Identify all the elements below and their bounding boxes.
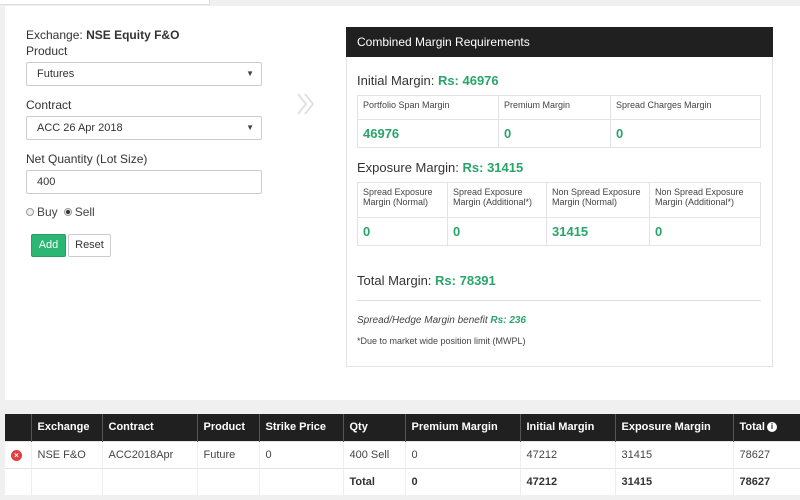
top-tab-edge [0,0,210,5]
cell-premium-margin: 0 [404,440,520,468]
exposure-margin-title: Exposure Margin: Rs: 31415 [357,160,523,175]
chevron-down-icon: ▼ [246,123,254,132]
premium-margin-value: 0 [498,119,611,148]
cell-initial-margin: 47212 [519,440,615,468]
portfolio-span-label: Portfolio Span Margin [357,95,499,120]
reset-button[interactable]: Reset [68,234,111,257]
hedge-benefit-label: Spread/Hedge Margin benefit [357,315,488,326]
sell-radio[interactable] [63,208,72,216]
total-cell-blank [5,467,31,495]
hedge-benefit-note: Spread/Hedge Margin benefit Rs: 236 [357,315,526,326]
non-spread-exposure-normal-label: Non Spread Exposure Margin (Normal) [546,182,650,218]
col-product: Product [196,414,259,441]
exchange-label: Exchange: NSE Equity F&O [26,28,179,42]
total-margin-label: Total Margin: [357,273,432,288]
total-premium-margin: 0 [404,467,520,495]
exchange-label-text: Exchange: [26,28,83,42]
total-cell-blank [101,467,197,495]
hedge-benefit-amount: Rs: 236 [490,315,526,326]
divider [357,300,761,301]
margin-panel-header: Combined Margin Requirements [346,27,773,57]
non-spread-exposure-additional-label: Non Spread Exposure Margin (Additional*) [649,182,761,218]
spread-charges-value: 0 [610,119,761,148]
col-exposure-margin: Exposure Margin [614,414,733,441]
info-icon[interactable]: i [766,422,777,433]
mwpl-note: *Due to market wide position limit (MWPL… [357,336,526,346]
col-total: Total i [732,414,800,441]
col-total-label: Total [739,421,765,434]
contract-select-value: ACC 26 Apr 2018 [37,122,123,134]
spread-exposure-additional-value: 0 [447,217,547,246]
spread-charges-label: Spread Charges Margin [610,95,761,120]
quantity-input-value: 400 [37,176,56,188]
total-margin-amount: Rs: 78391 [435,273,496,288]
contract-label: Contract [26,98,72,112]
total-row: Total 0 47212 31415 78627 [5,467,800,495]
col-exchange: Exchange [30,414,102,441]
portfolio-span-value: 46976 [357,119,499,148]
cell-strike-price: 0 [258,440,343,468]
spread-exposure-additional-label: Spread Exposure Margin (Additional*) [447,182,547,218]
double-chevron-right-icon [297,93,315,115]
exposure-margin-amount: Rs: 31415 [462,160,524,175]
exposure-margin-table: Spread Exposure Margin (Normal) Spread E… [357,182,761,246]
col-exposure-margin-label: Exposure Margin [621,421,711,434]
total-total: 78627 [732,467,800,495]
col-strike-price: Strike Price [258,414,343,441]
total-margin-title: Total Margin: Rs: 78391 [357,273,496,288]
product-label: Product [26,44,68,58]
non-spread-exposure-additional-value: 0 [649,217,761,246]
side-radio-group: Buy Sell [26,205,95,219]
col-premium-margin: Premium Margin [404,414,520,441]
positions-header-row: Exchange Contract Product Strike Price Q… [5,414,800,441]
initial-margin-title: Initial Margin: Rs: 46976 [357,73,499,88]
total-cell-blank [196,467,259,495]
add-button[interactable]: Add [31,234,66,257]
buy-radio[interactable] [26,208,34,216]
cell-contract: ACC2018Apr [101,440,197,468]
buy-radio-label[interactable]: Buy [37,205,58,219]
product-select[interactable]: Futures ▼ [26,62,262,86]
spread-exposure-normal-label: Spread Exposure Margin (Normal) [357,182,448,218]
cell-qty: 400 Sell [342,440,405,468]
col-qty: Qty [342,414,405,441]
spread-exposure-normal-value: 0 [357,217,448,246]
product-select-value: Futures [37,68,75,80]
col-remove [5,414,31,441]
remove-cell: × [5,440,31,468]
total-row-label: Total [342,467,405,495]
initial-margin-amount: Rs: 46976 [437,73,499,88]
premium-margin-label: Premium Margin [498,95,611,120]
total-exposure-margin: 31415 [614,467,733,495]
initial-margin-label: Initial Margin: [357,73,435,88]
total-initial-margin: 47212 [519,467,615,495]
col-contract: Contract [101,414,197,441]
quantity-label: Net Quantity (Lot Size) [26,152,148,166]
total-cell-blank [258,467,343,495]
chevron-down-icon: ▼ [246,69,254,78]
exchange-value: NSE Equity F&O [86,28,180,42]
exposure-margin-label: Exposure Margin: [357,160,459,175]
cell-exchange: NSE F&O [30,440,102,468]
remove-icon[interactable]: × [11,449,22,461]
total-cell-blank [30,467,102,495]
sell-radio-label[interactable]: Sell [75,205,95,219]
contract-select[interactable]: ACC 26 Apr 2018 ▼ [26,116,262,140]
table-row: × NSE F&O ACC2018Apr Future 0 400 Sell 0… [5,440,800,468]
positions-table: Exchange Contract Product Strike Price Q… [5,414,800,495]
initial-margin-table: Portfolio Span Margin Premium Margin Spr… [357,95,761,148]
cell-total: 78627 [732,440,800,468]
cell-product: Future [196,440,259,468]
col-initial-margin: Initial Margin [519,414,615,441]
quantity-input[interactable]: 400 [26,170,262,194]
non-spread-exposure-normal-value: 31415 [546,217,650,246]
cell-exposure-margin: 31415 [614,440,733,468]
